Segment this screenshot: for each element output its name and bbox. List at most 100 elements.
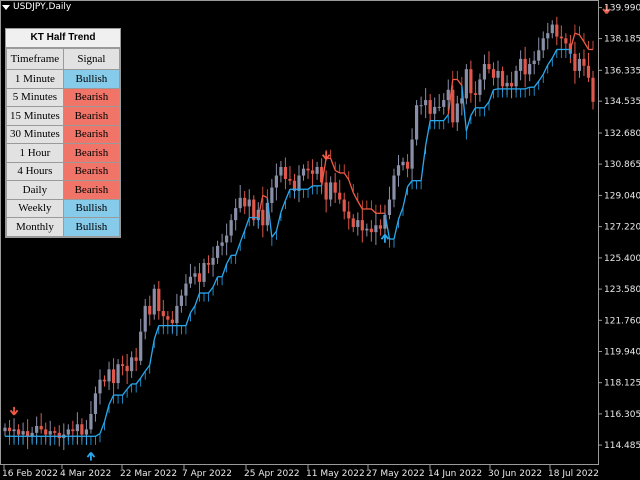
x-tick-label: 25 Apr 2022 [244, 469, 300, 479]
panel-title: KT Half Trend [6, 29, 120, 48]
x-tick-label: 30 Jun 2022 [488, 469, 542, 479]
signal-cell: Bearish [62, 87, 121, 107]
candle-body [500, 70, 505, 87]
candle-body [16, 429, 21, 435]
signal-cell: Bearish [62, 106, 121, 126]
y-tick-label: 119.940 [604, 348, 640, 358]
candle-body [374, 225, 378, 233]
candle-body [125, 365, 129, 372]
candle-body [347, 211, 351, 219]
candle-body [482, 64, 487, 80]
candle-body [392, 175, 396, 200]
signal-cell: Bearish [62, 161, 121, 181]
candle-body [211, 257, 215, 265]
candle-body [215, 245, 220, 258]
table-row: 1 Minute Bullish [6, 69, 121, 89]
signal-cell: Bullish [62, 217, 121, 237]
candle-body [143, 305, 147, 332]
candle-body [130, 357, 134, 372]
candle-body [528, 64, 532, 75]
candle-body [342, 199, 346, 212]
candle-body [283, 166, 288, 179]
y-tick-label: 136.335 [604, 66, 640, 76]
candle-body [35, 425, 39, 433]
candle-body [464, 69, 468, 99]
candle-body [546, 33, 550, 39]
candle-body [44, 429, 48, 435]
candle-body [152, 288, 156, 315]
candle-body [356, 220, 360, 227]
candle-body [21, 431, 25, 435]
table-row: 15 Minutes Bearish [6, 106, 121, 126]
signal-cell: Bullish [62, 198, 121, 218]
candle-body [415, 105, 419, 140]
candle-body [12, 429, 16, 432]
candle-body [247, 199, 251, 207]
candle-body [306, 168, 310, 171]
chevron-down-icon[interactable] [2, 4, 10, 10]
candle-body [206, 263, 211, 265]
y-tick-label: 116.305 [604, 410, 640, 420]
half-trend-panel: KT Half Trend Timeframe Signal 1 Minute B… [5, 28, 121, 238]
candle-body [405, 161, 410, 169]
candle-body [238, 197, 242, 209]
candle-body [48, 431, 52, 435]
x-tick-label: 4 Mar 2022 [60, 469, 111, 479]
candle-body [7, 427, 12, 432]
candle-body [324, 182, 328, 200]
candle-body [360, 220, 364, 231]
candle-body [39, 425, 43, 430]
timeframe-cell: Daily [6, 180, 64, 200]
candle-body [197, 273, 202, 282]
candle-body [555, 24, 559, 37]
candle-body [509, 82, 514, 87]
candle-body [93, 393, 98, 414]
signal-cell: Bearish [62, 143, 121, 163]
y-tick-label: 129.040 [604, 191, 640, 201]
candle-body [537, 50, 541, 61]
candle-body [301, 168, 306, 176]
y-tick-label: 125.400 [604, 254, 640, 264]
candle-body [225, 235, 229, 243]
candle-body [234, 208, 238, 221]
candle-body [98, 379, 102, 394]
candle-body [591, 77, 595, 102]
table-row: Weekly Bullish [6, 198, 121, 218]
candle-body [419, 105, 423, 107]
candle-body [310, 170, 315, 174]
candle-body [179, 295, 183, 306]
candle-body [243, 197, 247, 207]
candle-body [455, 103, 459, 123]
candle-body [107, 369, 111, 382]
candle-body [84, 429, 89, 435]
timeframe-cell: 30 Minutes [6, 124, 64, 144]
candle-body [505, 82, 509, 87]
candle-body [523, 58, 527, 75]
candle-body [586, 65, 591, 78]
candle-body [53, 431, 57, 433]
table-row: 1 Hour Bearish [6, 143, 121, 163]
timeframe-cell: 5 Minutes [6, 87, 64, 107]
candle-body [274, 175, 278, 188]
candle-body [437, 106, 441, 108]
candle-body [365, 228, 369, 231]
candle-body [442, 100, 446, 107]
candle-body [446, 89, 450, 101]
candle-body [229, 220, 233, 236]
candle-body [3, 427, 7, 432]
y-tick-label: 134.535 [604, 97, 640, 107]
candle-body [139, 331, 143, 361]
candle-body [473, 93, 477, 95]
candle-body [577, 58, 582, 71]
candle-body [261, 209, 265, 226]
timeframe-cell: Weekly [6, 198, 64, 218]
y-tick-label: 130.865 [604, 160, 640, 170]
candle-body [433, 106, 437, 114]
candle-body [532, 60, 536, 65]
chart-title: USDJPY,Daily [2, 2, 71, 12]
table-header-row: Timeframe Signal [6, 48, 121, 70]
candle-body [220, 242, 224, 246]
candle-body [288, 178, 292, 181]
candle-body [66, 429, 70, 435]
candle-body [338, 192, 342, 200]
